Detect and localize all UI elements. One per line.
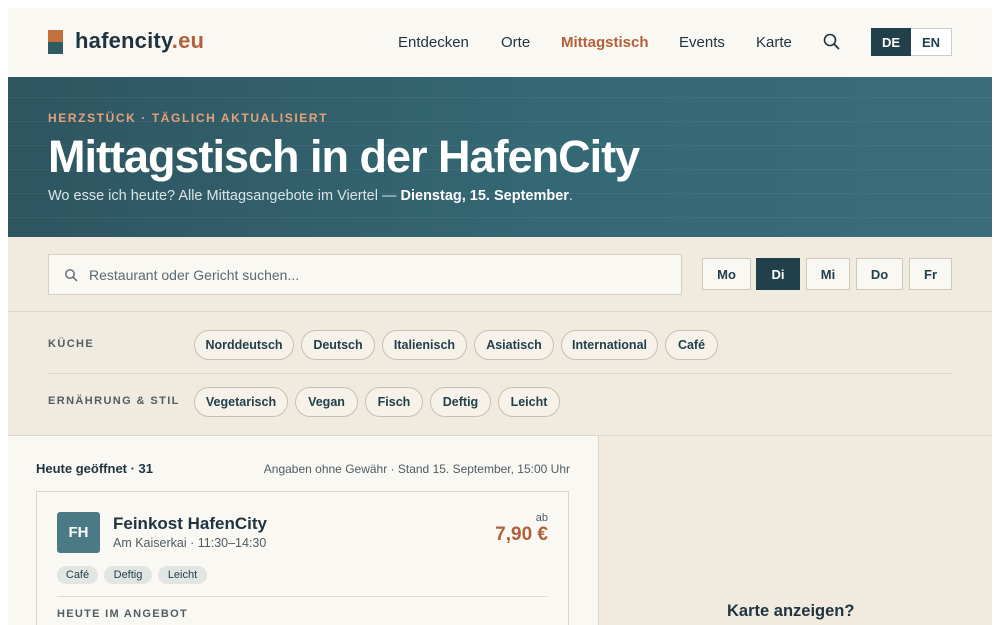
hero-subtitle-suffix: . <box>568 188 573 204</box>
search-icon <box>65 269 78 282</box>
divider <box>57 596 548 597</box>
day-fr-button[interactable]: Fr <box>909 258 952 290</box>
search-placeholder: Restaurant oder Gericht suchen... <box>89 267 300 283</box>
restaurant-name[interactable]: Feinkost HafenCity <box>113 514 267 534</box>
search-icon[interactable] <box>822 32 842 52</box>
day-mo-button[interactable]: Mo <box>702 258 751 290</box>
hero-subtitle: Wo esse ich heute? Alle Mittagsangebote … <box>48 188 573 204</box>
filter-label-ernaehrung: ERNÄHRUNG & STIL <box>48 395 180 407</box>
restaurant-card[interactable]: FH Feinkost HafenCity Am Kaiserkai · 11:… <box>36 491 569 625</box>
restaurant-tag: Café <box>57 566 98 584</box>
avatar: FH <box>57 512 100 553</box>
chip-deftig[interactable]: Deftig <box>430 387 491 417</box>
chip-international[interactable]: International <box>561 330 658 360</box>
hero-subtitle-prefix: Wo esse ich heute? Alle Mittagsangebote … <box>48 188 401 204</box>
site-header: hafencity.eu Entdecken Orte Mittagstisch… <box>8 8 992 77</box>
chip-cafe[interactable]: Café <box>665 330 718 360</box>
offer-heading: HEUTE IM ANGEBOT <box>57 608 189 620</box>
price: 7,90 € <box>495 524 548 545</box>
logo[interactable]: hafencity.eu <box>75 28 204 54</box>
restaurant-tag: Deftig <box>104 566 152 584</box>
nav-entdecken[interactable]: Entdecken <box>398 34 469 51</box>
hero-subtitle-date: Dienstag, 15. September <box>400 188 569 204</box>
hero-banner: HERZSTÜCK · TÄGLICH AKTUALISIERT Mittags… <box>8 77 992 237</box>
page: hafencity.eu Entdecken Orte Mittagstisch… <box>8 8 992 625</box>
hero-kicker: HERZSTÜCK · TÄGLICH AKTUALISIERT <box>48 111 329 125</box>
day-do-button[interactable]: Do <box>856 258 903 290</box>
logo-tld: .eu <box>171 28 205 53</box>
day-mi-button[interactable]: Mi <box>806 258 850 290</box>
nav-karte[interactable]: Karte <box>756 34 792 51</box>
results-list: Heute geöffnet · 31 Angaben ohne Gewähr … <box>8 436 598 625</box>
logo-name: hafencity <box>75 28 172 53</box>
nav-mittagstisch[interactable]: Mittagstisch <box>561 34 649 51</box>
nav-orte[interactable]: Orte <box>501 34 530 51</box>
chip-norddeutsch[interactable]: Norddeutsch <box>194 330 294 360</box>
day-di-button[interactable]: Di <box>756 258 800 290</box>
chip-vegetarisch[interactable]: Vegetarisch <box>194 387 288 417</box>
chip-deutsch[interactable]: Deutsch <box>301 330 375 360</box>
map-panel: Karte anzeigen? <box>598 436 992 625</box>
price-prefix: ab <box>535 512 548 524</box>
divider <box>48 373 952 374</box>
filter-label-kueche: KÜCHE <box>48 338 95 350</box>
logo-mark-icon[interactable] <box>48 30 63 54</box>
chip-asiatisch[interactable]: Asiatisch <box>474 330 554 360</box>
lang-en-button[interactable]: EN <box>911 28 952 56</box>
chip-vegan[interactable]: Vegan <box>295 387 358 417</box>
restaurant-meta: Am Kaiserkai · 11:30–14:30 <box>113 536 267 550</box>
results-count: Heute geöffnet · 31 <box>36 461 154 476</box>
chip-leicht[interactable]: Leicht <box>498 387 560 417</box>
chip-fisch[interactable]: Fisch <box>365 387 423 417</box>
search-input[interactable]: Restaurant oder Gericht suchen... <box>48 254 682 295</box>
restaurant-tag: Leicht <box>158 566 207 584</box>
divider <box>8 311 992 312</box>
lang-de-button[interactable]: DE <box>871 28 911 56</box>
nav-events[interactable]: Events <box>679 34 725 51</box>
page-title: Mittagstisch in der HafenCity <box>48 131 640 182</box>
map-toggle-prompt[interactable]: Karte anzeigen? <box>727 602 854 621</box>
results-stand: Angaben ohne Gewähr · Stand 15. Septembe… <box>263 462 570 476</box>
chip-italienisch[interactable]: Italienisch <box>382 330 467 360</box>
